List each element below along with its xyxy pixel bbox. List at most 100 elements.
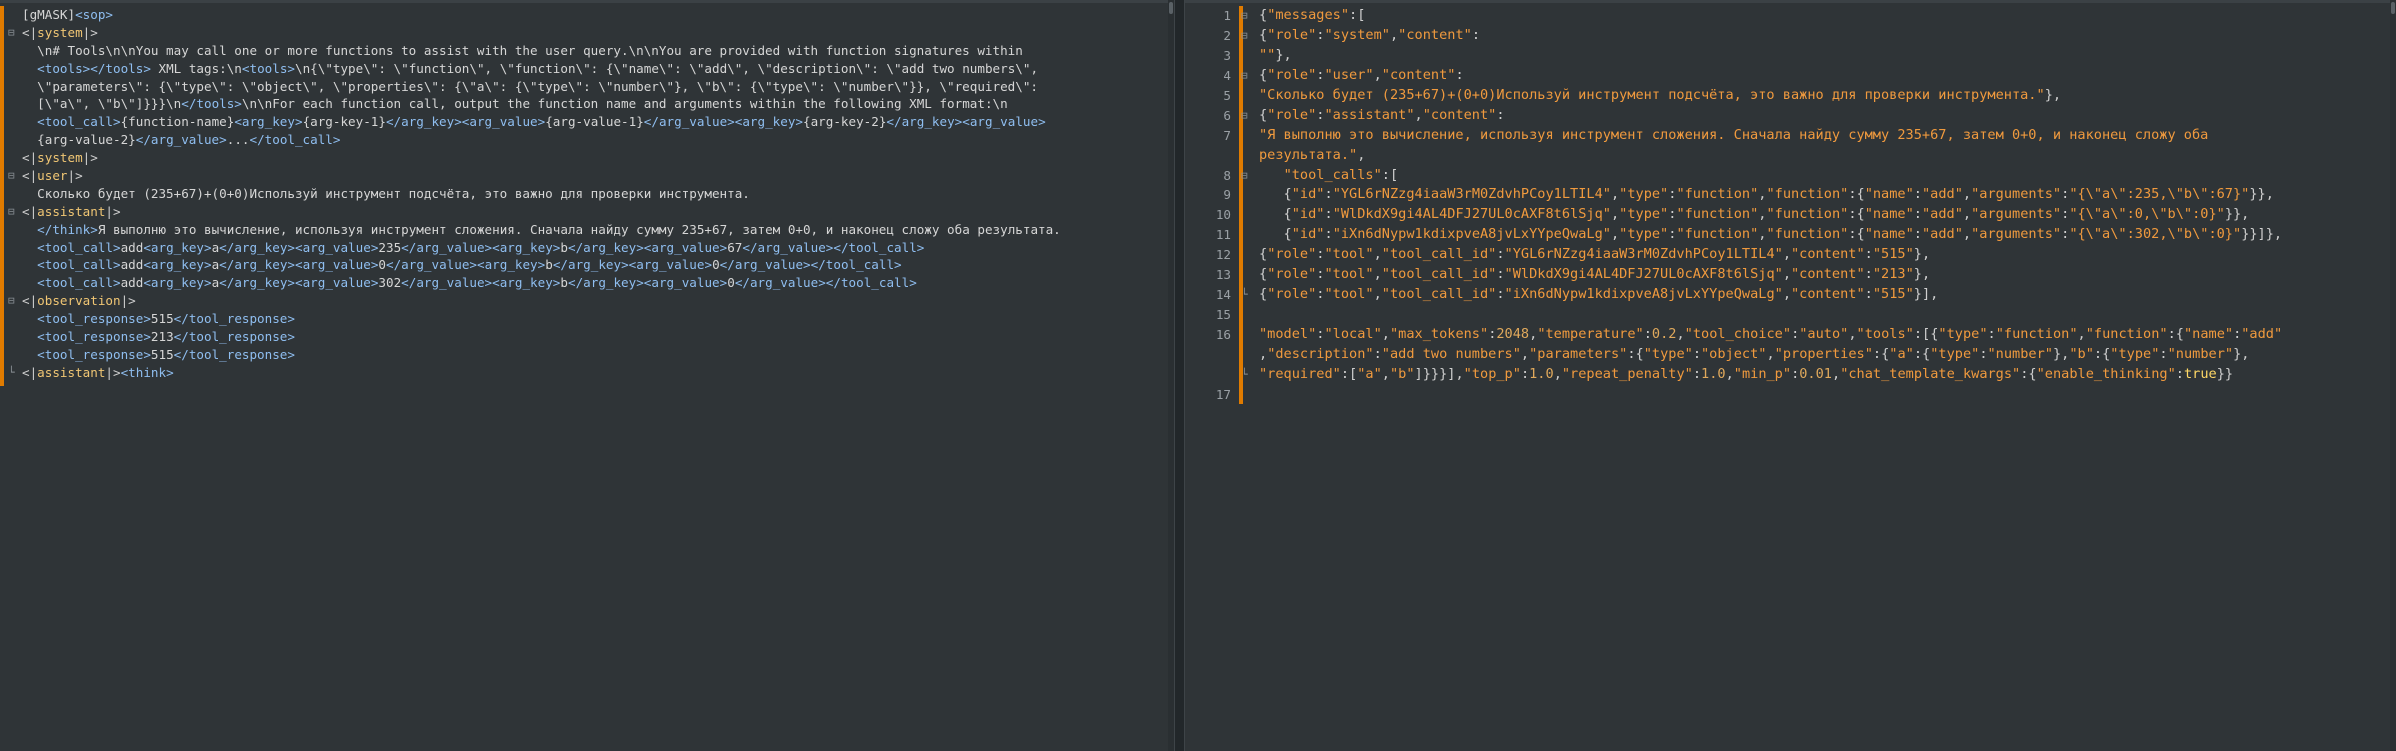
fold-toggle-icon[interactable]: ⊟: [1241, 166, 1248, 186]
right-code-line[interactable]: результата.",: [1259, 146, 2386, 166]
fold-toggle-icon[interactable]: ⊟: [1241, 66, 1248, 86]
code-token: 235: [378, 239, 402, 255]
code-token: </tool_response>: [173, 329, 295, 345]
left-code-area[interactable]: [gMASK]<sop> ⊟ <|system|> \n# Tools\n\nYou…: [8, 6, 1164, 382]
code-token: "tool_call_id": [1381, 266, 1497, 283]
right-code-line[interactable]: ⊟ {"messages":[: [1241, 6, 2386, 26]
code-token: "a": [1357, 365, 1382, 382]
left-code-line[interactable]: ⊟ <|user|>: [8, 167, 1164, 185]
right-code-line[interactable]: └ {"role":"tool","tool_call_id":"iXn6dNyp…: [1241, 285, 2386, 305]
right-code-line[interactable]: "Сколько будет (235+67)+(0+0)Используй и…: [1259, 86, 2386, 106]
code-token: :{: [1872, 345, 1890, 362]
left-code-line[interactable]: Сколько будет (235+67)+(0+0)Используй ин…: [22, 185, 1164, 203]
left-editor-pane[interactable]: [gMASK]<sop> ⊟ <|system|> \n# Tools\n\nYou…: [0, 0, 1174, 751]
left-code-line[interactable]: <tool_response>515</tool_response>: [22, 310, 1164, 328]
left-code-line[interactable]: [\"a\", \"b\"]}}}\n</tools>\n\nFor each …: [22, 95, 1164, 113]
right-code-line[interactable]: ⊟ {"role":"assistant","content":: [1241, 106, 2386, 126]
right-code-line[interactable]: ""},: [1259, 46, 2386, 66]
left-code-line[interactable]: <tool_call>add<arg_key>a</arg_key><arg_v…: [22, 239, 1164, 257]
fold-toggle-icon[interactable]: └: [1241, 285, 1248, 305]
right-code-line[interactable]: ⊟ {"role":"user","content":: [1241, 66, 2386, 86]
fold-toggle-icon[interactable]: ⊟: [8, 24, 15, 42]
right-code-line[interactable]: [1259, 385, 2386, 405]
fold-toggle-icon[interactable]: ⊟: [1241, 106, 1248, 126]
pane-splitter[interactable]: [1174, 0, 1185, 751]
fold-toggle-icon[interactable]: └: [1241, 365, 1248, 385]
right-code-line[interactable]: {"role":"tool","tool_call_id":"WlDkdX9gi…: [1259, 265, 2386, 285]
left-code-line[interactable]: \"parameters\": {\"type\": \"object\", \…: [22, 78, 1164, 96]
code-token: system: [37, 24, 83, 40]
right-code-line[interactable]: {"role":"tool","tool_call_id":"YGL6rNZzg…: [1259, 245, 2386, 265]
right-code-line[interactable]: {"id":"WlDkdX9gi4AL4DFJ27UL0cAXF8t6lSjq"…: [1259, 205, 2386, 225]
right-code-line[interactable]: ⊟ {"role":"system","content":: [1241, 26, 2386, 46]
fold-toggle-icon[interactable]: ⊟: [8, 203, 15, 221]
fold-toggle-icon[interactable]: ⊟: [8, 167, 15, 185]
right-scroll-thumb[interactable]: [2391, 2, 2395, 14]
code-token: :{: [1913, 345, 1931, 362]
code-token: "function": [1995, 326, 2078, 342]
code-token: "function": [1676, 186, 1759, 203]
code-token: "function": [1766, 186, 1849, 203]
fold-toggle-icon[interactable]: ⊟: [1241, 26, 1248, 46]
left-code-line[interactable]: <tool_call>{function-name}<arg_key>{arg-…: [22, 113, 1164, 131]
fold-toggle-icon[interactable]: ⊟: [8, 292, 15, 310]
left-code-line[interactable]: </think>Я выполню это вычисление, исполь…: [22, 221, 1164, 239]
code-token: "properties": [1774, 345, 1873, 362]
code-token: "type": [1619, 226, 1669, 243]
left-code-line[interactable]: <tool_call>add<arg_key>a</arg_key><arg_v…: [22, 274, 1164, 292]
line-number: 9: [1223, 187, 1231, 203]
code-token: |>: [82, 24, 98, 40]
left-code-line[interactable]: └ <|assistant|><think>: [8, 364, 1164, 382]
code-token: :: [1324, 206, 1333, 223]
right-code-line[interactable]: "model":"local","max_tokens":2048,"tempe…: [1259, 325, 2386, 345]
right-code-line[interactable]: ⊟ "tool_calls":[: [1241, 166, 2386, 186]
code-token: :{: [2093, 345, 2111, 362]
code-token: |>: [67, 168, 83, 184]
fold-toggle-icon[interactable]: ⊟: [1241, 6, 1248, 26]
right-code-line[interactable]: {"id":"iXn6dNypw1kdixpveA8jvLxYYpeQwaLg"…: [1259, 225, 2386, 245]
line-number: [1185, 345, 1231, 365]
code-token: observation: [37, 293, 121, 309]
left-code-line[interactable]: <tools></tools> XML tags:\n<tools>\n{\"t…: [22, 60, 1164, 78]
code-token: ,: [1553, 365, 1562, 382]
code-token: ,: [1381, 365, 1390, 382]
left-code-line[interactable]: <tool_response>515</tool_response>: [22, 346, 1164, 364]
code-token: "type": [2110, 345, 2160, 362]
right-code-line[interactable]: ,"description":"add two numbers","parame…: [1259, 345, 2386, 365]
left-code-line[interactable]: \n# Tools\n\nYou may call one or more fu…: [22, 42, 1164, 60]
right-code-line[interactable]: └ "required":["a","b"]}}}],"top_p":1.0,"r…: [1241, 365, 2386, 385]
left-code-line[interactable]: ⊟ <|system|>: [8, 24, 1164, 42]
code-token: "type": [1938, 326, 1988, 342]
code-token: "tools": [1856, 326, 1914, 342]
right-editor-pane[interactable]: 1 2 3 4 5 6 7 8 9 10 11 12 13 14 15 16 17 ⊟ {"messages":[…: [1185, 0, 2396, 751]
code-token: "description": [1267, 345, 1374, 362]
left-code-line[interactable]: {arg-value-2}</arg_value>...</tool_call>: [22, 131, 1164, 149]
left-code-line[interactable]: <|system|>: [22, 149, 1164, 167]
code-token: "name": [1864, 186, 1914, 203]
left-code-line[interactable]: <tool_response>213</tool_response>: [22, 328, 1164, 346]
code-token: "id": [1291, 206, 1325, 223]
code-token: ...: [226, 132, 250, 148]
left-code-line[interactable]: <tool_call>add<arg_key>a</arg_key><arg_v…: [22, 256, 1164, 274]
left-scroll-thumb[interactable]: [1169, 2, 1173, 14]
line-number: 7: [1223, 127, 1231, 143]
right-code-line[interactable]: [1259, 305, 2386, 325]
code-token: ,: [1414, 106, 1423, 123]
left-code-line[interactable]: ⊟ <|assistant|>: [8, 203, 1164, 221]
right-code-area[interactable]: ⊟ {"messages":[⊟ {"role":"system","content…: [1241, 6, 2386, 405]
code-token: },: [1913, 246, 1931, 263]
left-code-line[interactable]: [gMASK]<sop>: [22, 6, 1164, 24]
left-code-line[interactable]: ⊟ <|observation|>: [8, 292, 1164, 310]
right-code-line[interactable]: {"id":"YGL6rNZzg4iaaW3rM0ZdvhPCoy1LTIL4"…: [1259, 185, 2386, 205]
code-token: :: [1373, 345, 1382, 362]
code-token: \"parameters\": {\"type\": \"object\", \…: [22, 78, 1038, 94]
code-token: "messages": [1267, 7, 1350, 23]
right-code-line[interactable]: "Я выполню это вычисление, используя инс…: [1259, 126, 2386, 146]
fold-toggle-icon[interactable]: └: [8, 364, 15, 382]
right-vertical-scrollbar[interactable]: [2390, 0, 2396, 751]
code-token: ,: [1259, 345, 1268, 362]
code-token: ,: [1725, 365, 1734, 382]
